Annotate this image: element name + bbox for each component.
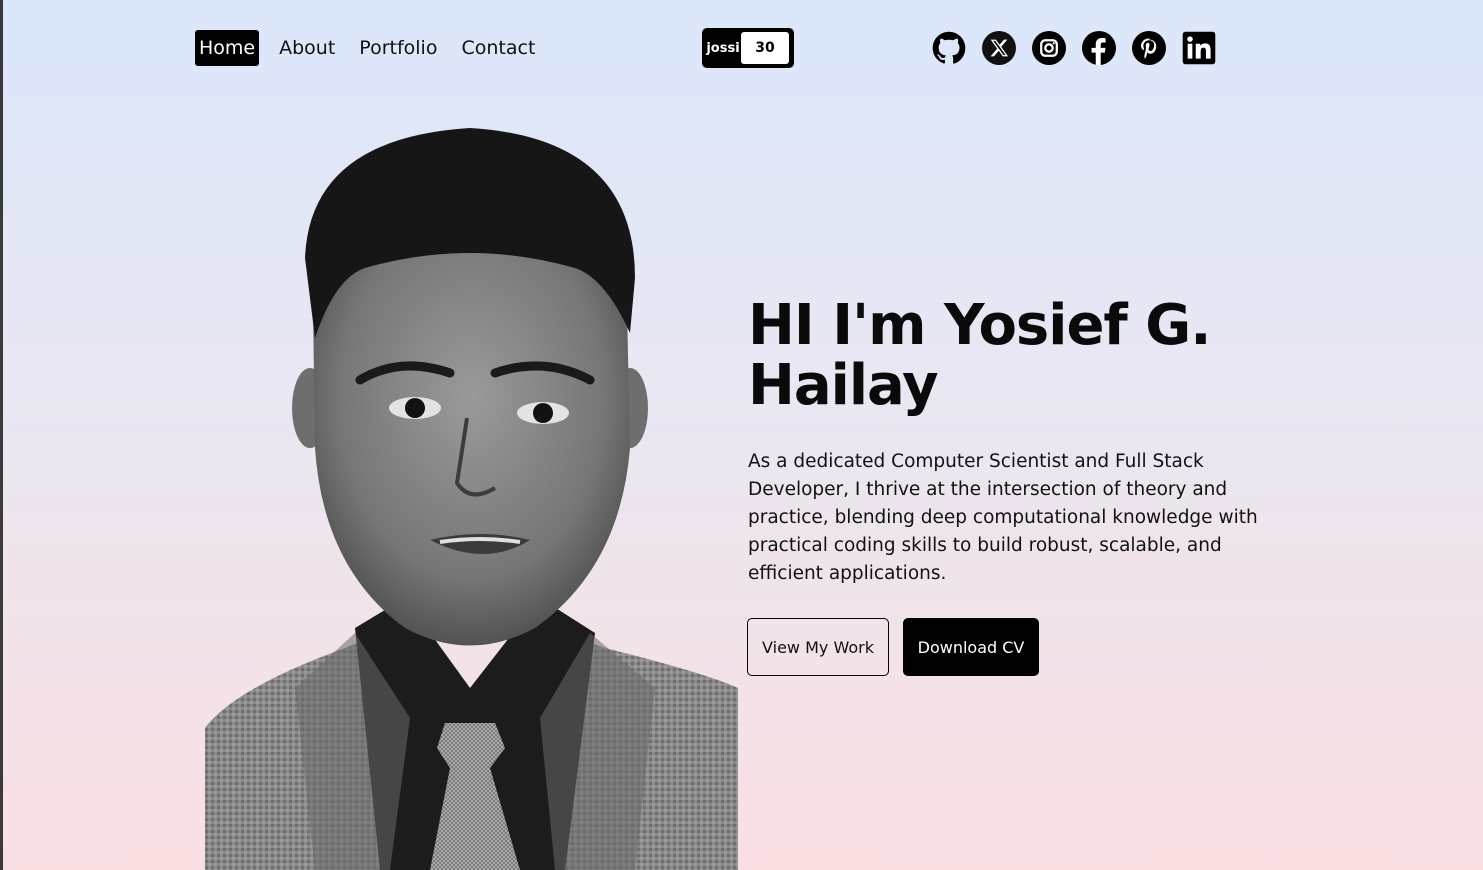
window-edge bbox=[0, 0, 3, 870]
github-icon bbox=[932, 31, 966, 64]
nav-home[interactable]: Home bbox=[195, 30, 260, 66]
facebook-icon bbox=[1082, 31, 1116, 65]
hero-description: As a dedicated Computer Scientist and Fu… bbox=[748, 451, 1258, 584]
portrait-illustration bbox=[205, 128, 738, 870]
pinterest-link[interactable] bbox=[1132, 31, 1166, 65]
nav-portfolio[interactable]: Portfolio bbox=[355, 30, 441, 66]
download-cv-button[interactable]: Download CV bbox=[903, 618, 1039, 676]
counter-label: jossi bbox=[706, 40, 740, 56]
view-my-work-button[interactable]: View My Work bbox=[747, 618, 889, 676]
linkedin-link[interactable] bbox=[1182, 31, 1216, 65]
github-link[interactable] bbox=[932, 31, 966, 65]
pinterest-icon bbox=[1132, 31, 1166, 65]
nav-about[interactable]: About bbox=[275, 30, 339, 66]
profile-photo bbox=[205, 128, 738, 870]
visitor-counter-badge: jossi 30 bbox=[702, 28, 794, 68]
linkedin-icon bbox=[1182, 31, 1216, 65]
instagram-icon bbox=[1032, 31, 1066, 65]
x-twitter-icon bbox=[982, 31, 1016, 65]
hero-title: HI I'm Yosief G. Hailay bbox=[748, 293, 1212, 418]
nav-contact[interactable]: Contact bbox=[457, 30, 539, 66]
instagram-link[interactable] bbox=[1032, 31, 1066, 65]
social-links bbox=[932, 31, 1216, 65]
x-link[interactable] bbox=[982, 31, 1016, 65]
facebook-link[interactable] bbox=[1082, 31, 1116, 65]
counter-value: 30 bbox=[741, 32, 789, 64]
main-nav: Home About Portfolio Contact bbox=[195, 30, 555, 66]
